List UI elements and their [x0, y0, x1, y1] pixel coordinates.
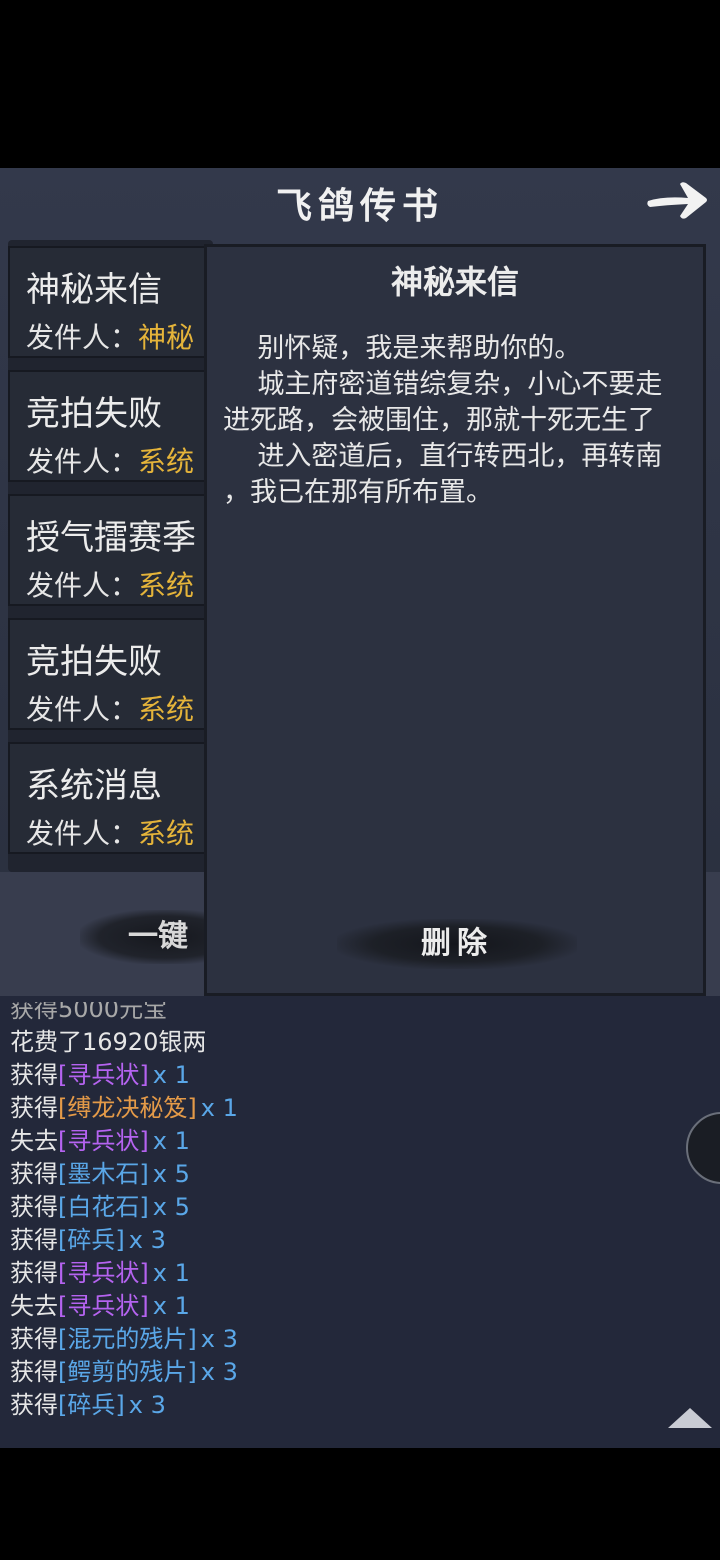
mail-item[interactable]: 系统消息 发件人：系统: [8, 742, 213, 854]
log-prefix: 花费了16920银两: [10, 1028, 207, 1056]
mail-item[interactable]: 竞拍失败 发件人：系统: [8, 370, 213, 482]
log-prefix: 获得: [10, 1358, 58, 1386]
log-quantity: x 1: [200, 1094, 238, 1122]
sender-name: 神秘: [138, 321, 195, 354]
letter-line: 别怀疑，我是来帮助你的。: [223, 333, 582, 364]
log-quantity: x 1: [152, 1127, 190, 1155]
page-title: 飞鸽传书: [275, 185, 444, 227]
mail-title: 竞拍失败: [26, 642, 162, 682]
sender-name: 系统: [138, 445, 195, 478]
log-line: 获得[缚龙决秘笈] x 1: [10, 1092, 670, 1125]
log-line: 获得[寻兵状] x 1: [10, 1257, 670, 1290]
log-quantity: x 3: [200, 1358, 238, 1386]
sender-name: 系统: [138, 693, 195, 726]
sender-label: 发件人：: [26, 817, 139, 850]
mail-item[interactable]: 竞拍失败 发件人：系统: [8, 618, 213, 730]
mail-sender: 发件人：系统: [26, 564, 194, 604]
letter-line: ，我已在那有所布置。: [223, 477, 493, 508]
sender-name: 系统: [138, 569, 195, 602]
log-prefix: 获得: [10, 1391, 58, 1419]
log-list: 获得5000元宝 花费了16920银两 获得[寻兵状] x 1 获得[缚龙决秘笈] x …: [10, 1002, 670, 1422]
log-prefix: 获得: [10, 1226, 58, 1254]
log-quantity: x 5: [152, 1193, 190, 1221]
log-line: 获得[碎兵] x 3: [10, 1389, 670, 1422]
log-quantity: x 1: [152, 1061, 190, 1089]
mail-title: 系统消息: [26, 766, 162, 806]
triangle-up-icon[interactable]: [668, 1408, 712, 1428]
mail-title: 神秘来信: [26, 270, 162, 310]
mail-sender: 发件人：系统: [26, 440, 194, 480]
log-line: 获得[鳄剪的残片] x 3: [10, 1356, 670, 1389]
log-prefix: 获得: [10, 1325, 58, 1353]
log-line: 失去[寻兵状] x 1: [10, 1290, 670, 1323]
log-prefix: 失去: [10, 1292, 58, 1320]
letter-body: 别怀疑，我是来帮助你的。 城主府密道错综复杂，小心不要走 进死路，会被围住，那就…: [223, 331, 699, 511]
log-prefix: 获得: [10, 1193, 58, 1221]
delete-button[interactable]: 删除: [337, 919, 577, 969]
mail-sender: 发件人：系统: [26, 688, 194, 728]
sender-label: 发件人：: [26, 445, 139, 478]
log-item[interactable]: [碎兵]: [58, 1391, 125, 1419]
log-quantity: x 1: [152, 1259, 190, 1287]
log-prefix: 失去: [10, 1127, 58, 1155]
log-item[interactable]: [寻兵状]: [58, 1061, 149, 1089]
mail-item[interactable]: 神秘来信 发件人：神秘: [8, 246, 213, 358]
log-line: 获得[混元的残片] x 3: [10, 1323, 670, 1356]
sender-label: 发件人：: [26, 693, 139, 726]
log-line-partial: 获得5000元宝: [10, 1002, 168, 1023]
log-item[interactable]: [寻兵状]: [58, 1292, 149, 1320]
log-item[interactable]: [寻兵状]: [58, 1259, 149, 1287]
letter-line: 城主府密道错综复杂，小心不要走: [223, 369, 663, 400]
log-prefix: 获得: [10, 1061, 58, 1089]
mail-item[interactable]: 授气擂赛季 发件人：系统: [8, 494, 213, 606]
letter-title: 神秘来信: [390, 263, 519, 301]
log-line: 获得[碎兵] x 3: [10, 1224, 670, 1257]
sender-name: 系统: [138, 817, 195, 850]
mail-title: 授气擂赛季: [26, 518, 196, 558]
log-quantity: x 3: [200, 1325, 238, 1353]
log-item[interactable]: [墨木石]: [58, 1160, 149, 1188]
log-item[interactable]: [白花石]: [58, 1193, 149, 1221]
log-quantity: x 3: [128, 1391, 166, 1419]
log-prefix: 获得: [10, 1259, 58, 1287]
log-line: 获得[寻兵状] x 1: [10, 1059, 670, 1092]
log-line: 失去[寻兵状] x 1: [10, 1125, 670, 1158]
log-line: 获得[白花石] x 5: [10, 1191, 670, 1224]
log-item[interactable]: [混元的残片]: [58, 1325, 197, 1353]
log-line: 花费了16920银两: [10, 1026, 670, 1059]
log-prefix: 获得: [10, 1160, 58, 1188]
mail-sender: 发件人：神秘: [26, 316, 194, 356]
mail-screen: 飞鸽传书 神秘来信 发件人：神秘 竞拍失败 发件人：系统 授气擂赛季 发件人：系…: [0, 168, 720, 1448]
letter-line: 进入密道后，直行转西北，再转南: [223, 441, 663, 472]
log-quantity: x 5: [152, 1160, 190, 1188]
log-prefix: 获得: [10, 1094, 58, 1122]
arrow-right-icon[interactable]: [644, 174, 710, 224]
log-quantity: x 1: [152, 1292, 190, 1320]
letter-panel: 神秘来信 别怀疑，我是来帮助你的。 城主府密道错综复杂，小心不要走 进死路，会被…: [204, 244, 706, 996]
log-area[interactable]: 获得5000元宝 花费了16920银两 获得[寻兵状] x 1 获得[缚龙决秘笈] x …: [0, 996, 720, 1448]
sender-label: 发件人：: [26, 321, 139, 354]
sender-label: 发件人：: [26, 569, 139, 602]
mail-title: 竞拍失败: [26, 394, 162, 434]
screen: 飞鸽传书 神秘来信 发件人：神秘 竞拍失败 发件人：系统 授气擂赛季 发件人：系…: [0, 0, 720, 1560]
log-item[interactable]: [鳄剪的残片]: [58, 1358, 197, 1386]
log-item[interactable]: [寻兵状]: [58, 1127, 149, 1155]
log-quantity: x 3: [128, 1226, 166, 1254]
log-line: 获得[墨木石] x 5: [10, 1158, 670, 1191]
log-item[interactable]: [缚龙决秘笈]: [58, 1094, 197, 1122]
mail-sender: 发件人：系统: [26, 812, 194, 852]
log-item[interactable]: [碎兵]: [58, 1226, 125, 1254]
letter-line: 进死路，会被围住，那就十死无生了: [223, 405, 655, 436]
